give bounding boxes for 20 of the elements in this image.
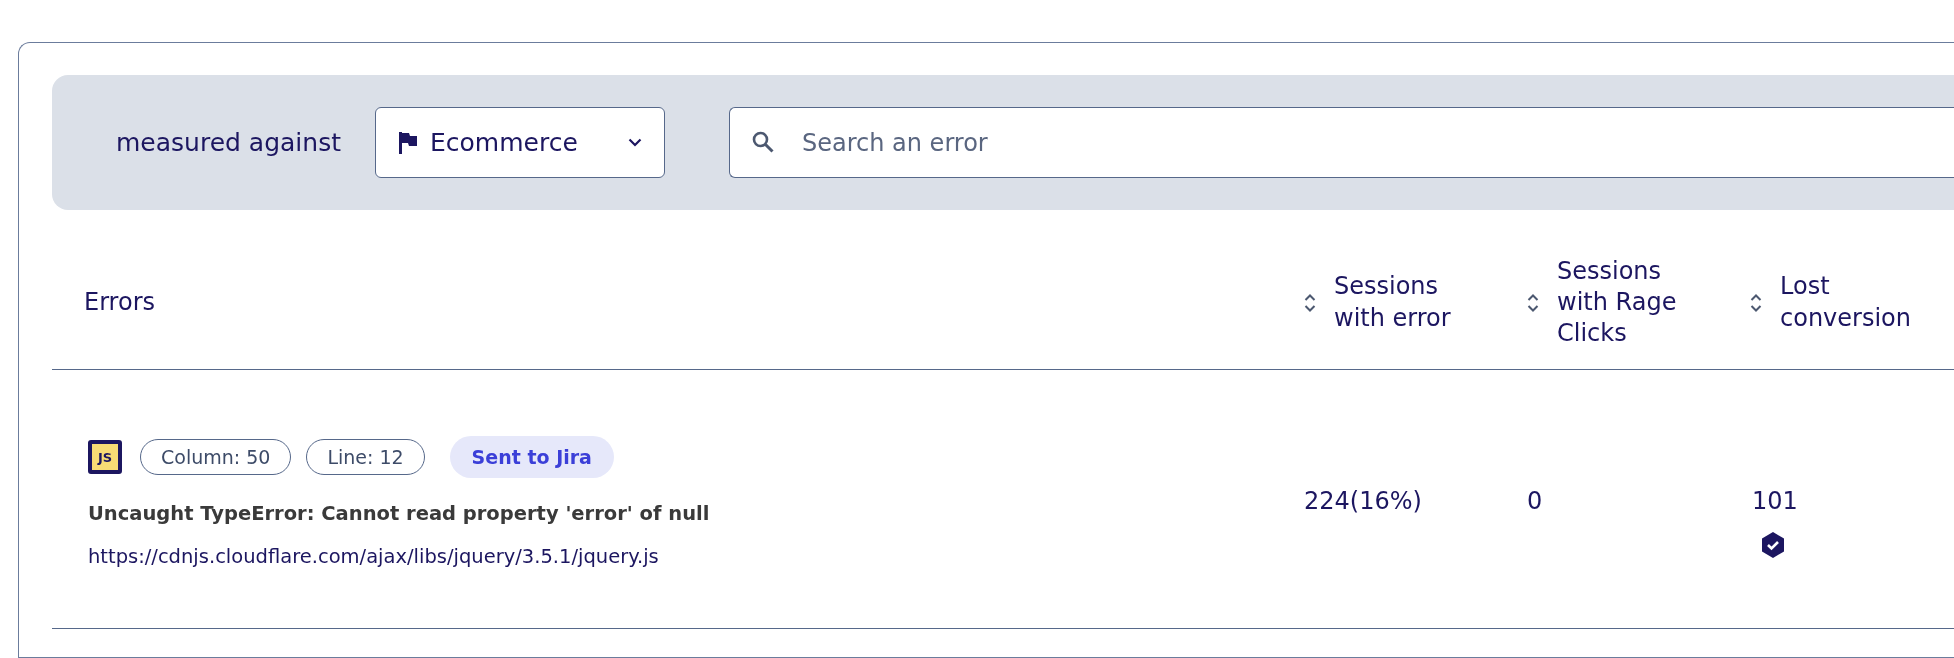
source-link[interactable]: https://cdnjs.cloudflare.com/ajax/libs/jquery/3.5.1/jquery.js	[88, 545, 659, 568]
error-message: Uncaught TypeError: Cannot read property 'error' of null	[88, 502, 711, 525]
sort-icon[interactable]	[1750, 292, 1762, 313]
column-header: Errors	[84, 286, 155, 318]
sort-icon[interactable]	[1304, 292, 1316, 313]
column-header: Sessions with Rage Clicks	[1557, 255, 1678, 350]
chevron-down-icon	[628, 138, 642, 147]
table-cell: 101	[1752, 487, 1798, 515]
filter-label: measured against	[116, 128, 341, 157]
sort-icon[interactable]	[1527, 292, 1539, 313]
flag-icon	[398, 131, 418, 154]
search-icon	[751, 130, 775, 154]
column-header: Sessions with error	[1334, 271, 1452, 334]
goal-dropdown[interactable]: Ecommerce	[375, 107, 665, 178]
status-badge: Sent to Jira	[449, 436, 614, 478]
column-header: Lost conversion	[1780, 271, 1912, 334]
file-type-icon: JS	[88, 440, 122, 474]
table-cell: 224(16%)	[1304, 487, 1422, 515]
table-cell: 0	[1527, 487, 1543, 515]
search-field[interactable]: Search an error	[729, 107, 1954, 178]
